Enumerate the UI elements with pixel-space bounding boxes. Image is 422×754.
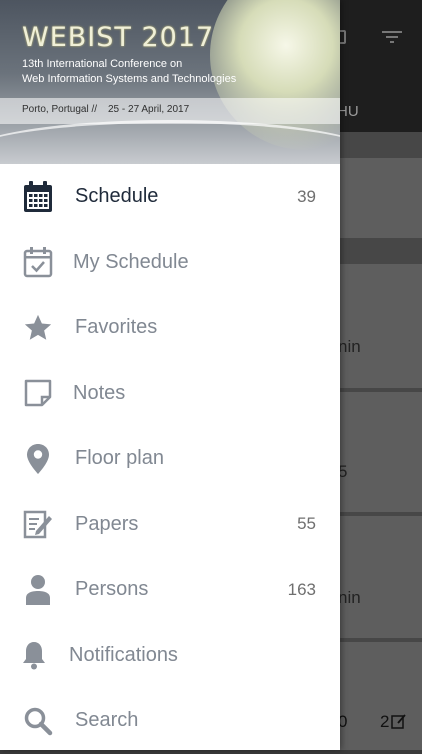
conference-banner: WEBIST 2017 13th International Conferenc… (0, 0, 340, 164)
conference-location: Porto, Portugal // (22, 104, 98, 115)
background-text: nin (338, 337, 361, 356)
bell-icon (18, 639, 50, 671)
menu-item-search[interactable]: Search (0, 688, 340, 754)
conference-title: WEBIST 2017 (22, 22, 215, 53)
navigation-drawer: WEBIST 2017 13th International Conferenc… (0, 0, 340, 750)
search-icon (22, 705, 54, 737)
menu-item-notifications[interactable]: Notifications (0, 623, 340, 689)
background-count: 2 (380, 712, 390, 731)
edit-document-icon (22, 508, 54, 540)
menu-item-count: 55 (297, 514, 316, 534)
banner-swoosh (0, 120, 340, 164)
menu-item-notes[interactable]: Notes (0, 361, 340, 427)
menu-item-label: My Schedule (73, 250, 189, 273)
note-icon (22, 377, 54, 409)
location-pin-icon (22, 443, 54, 475)
menu-item-label: Persons (75, 578, 149, 601)
menu-item-my-schedule[interactable]: My Schedule (0, 230, 340, 296)
conference-dates: 25 - 27 April, 2017 (108, 104, 190, 115)
menu-item-count: 163 (287, 579, 316, 599)
conference-subtitle: 13th International Conference on (22, 58, 183, 70)
conference-subtitle: Web Information Systems and Technologies (22, 73, 237, 85)
background-text: nin (338, 588, 361, 607)
menu-item-floor-plan[interactable]: Floor plan (0, 426, 340, 492)
menu-item-favorites[interactable]: Favorites (0, 295, 340, 361)
menu-item-papers[interactable]: Papers 55 (0, 492, 340, 558)
calendar-icon (22, 180, 54, 213)
menu-item-label: Search (75, 709, 139, 732)
background-tab-label: HU (337, 103, 359, 120)
edit-icon (391, 714, 406, 729)
menu-item-label: Favorites (75, 316, 158, 339)
menu-item-label: Floor plan (75, 447, 164, 470)
menu-item-persons[interactable]: Persons 163 (0, 557, 340, 623)
menu-item-label: Notifications (69, 643, 178, 666)
star-icon (22, 312, 54, 344)
menu-item-count: 39 (297, 186, 316, 206)
menu-item-label: Notes (73, 381, 126, 404)
menu-item-label: Papers (75, 512, 139, 535)
menu-item-label: Schedule (75, 185, 159, 208)
person-icon (22, 574, 54, 606)
filter-icon (382, 31, 402, 43)
calendar-check-icon (22, 246, 54, 278)
drawer-menu: Schedule 39 My Schedule Favorites Notes … (0, 164, 340, 754)
menu-item-schedule[interactable]: Schedule 39 (0, 164, 340, 230)
